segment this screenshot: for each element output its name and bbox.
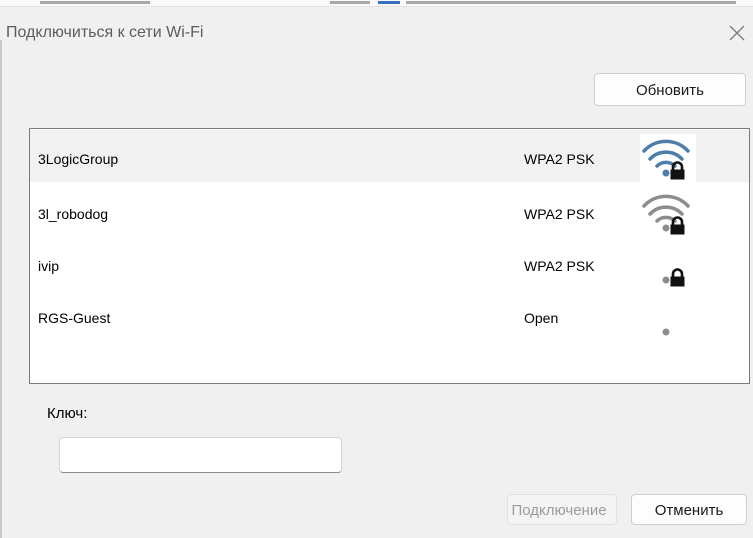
network-security: WPA2 PSK [524,206,595,222]
close-icon[interactable] [728,24,746,42]
lock-icon [670,161,685,180]
key-input[interactable] [59,437,342,473]
wifi-signal-icon [640,293,696,341]
connect-button[interactable]: Подключение [507,494,617,525]
key-label: Ключ: [47,405,88,422]
network-row-ivip[interactable]: ivip WPA2 PSK [30,237,749,289]
background-window-strip [0,0,753,7]
wifi-signal-icon [640,189,696,237]
network-name: 3LogicGroup [38,151,119,167]
wifi-signal-icon [640,134,696,182]
lock-icon [670,268,685,287]
network-name: ivip [38,258,60,274]
network-security: WPA2 PSK [524,151,595,167]
network-security: WPA2 PSK [524,258,595,274]
refresh-button[interactable]: Обновить [594,73,746,106]
network-name: RGS-Guest [38,310,111,326]
cancel-button[interactable]: Отменить [631,494,747,525]
network-security: Open [524,310,559,326]
network-name: 3l_robodog [38,206,109,222]
dialog-title: Подключиться к сети Wi-Fi [6,24,204,41]
network-row-3logicgroup[interactable]: 3LogicGroup WPA2 PSK [30,130,749,182]
wifi-signal-icon [640,241,696,289]
network-row-rgs-guest[interactable]: RGS-Guest Open [30,289,749,341]
background-window-edge [0,40,2,538]
network-list[interactable]: 3LogicGroup WPA2 PSK 3l_robodog WPA2 PSK [29,128,750,384]
lock-icon [670,216,685,235]
network-row-3l-robodog[interactable]: 3l_robodog WPA2 PSK [30,185,749,237]
